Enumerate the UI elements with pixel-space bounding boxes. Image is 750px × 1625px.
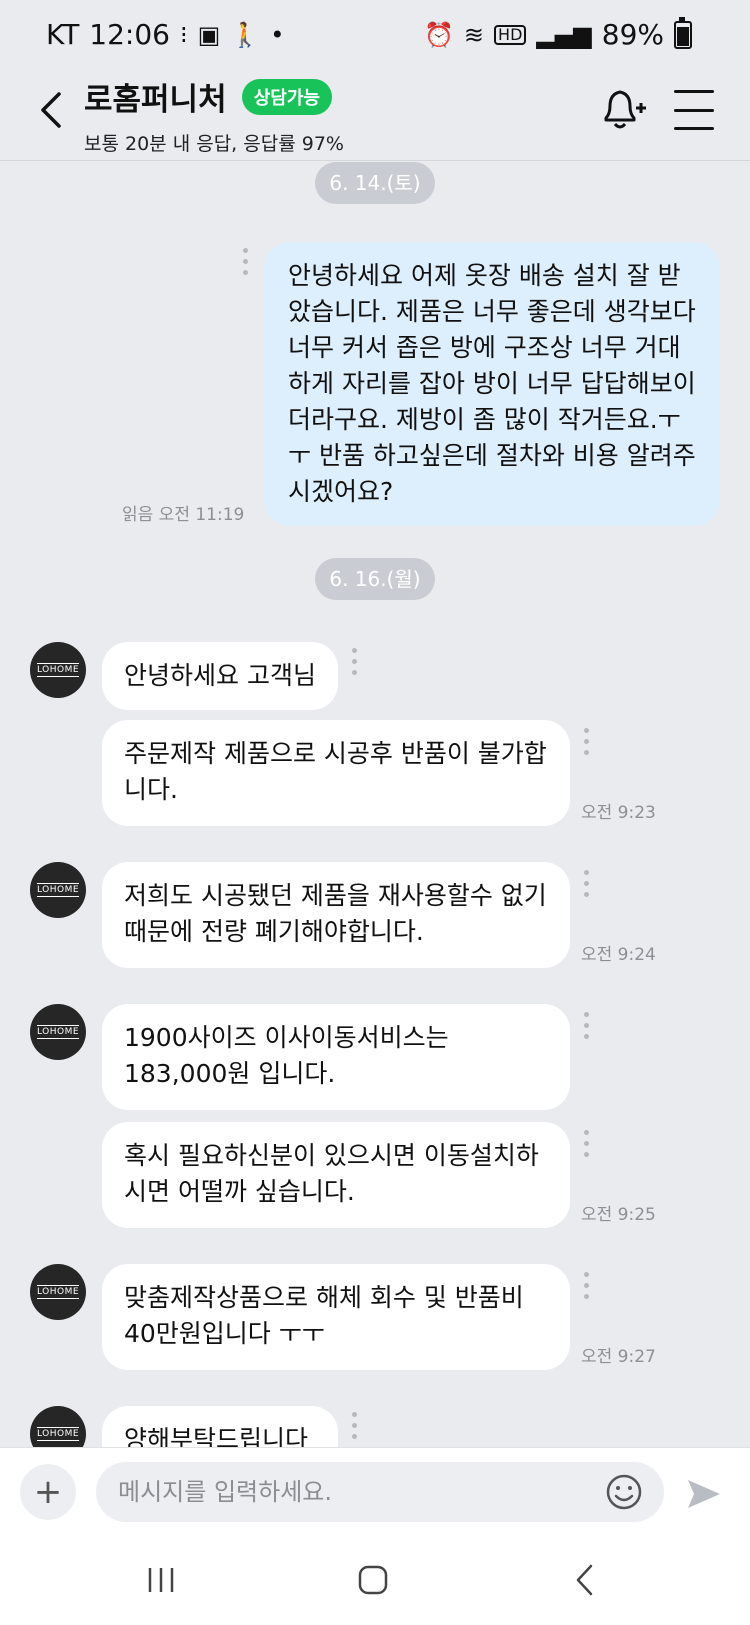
send-icon (688, 1480, 720, 1508)
bell-plus-icon (604, 90, 646, 129)
message-time: 오전 9:23 (581, 803, 656, 823)
smiley-icon (606, 1474, 642, 1510)
carrier-label: KT (46, 18, 80, 51)
avatar-logo: LOHOME (36, 1025, 80, 1039)
avatar-logo: LOHOME (36, 1285, 80, 1299)
status-badge: 상담가능 (241, 78, 332, 115)
more-options-icon[interactable] (243, 248, 249, 276)
more-options-icon[interactable] (584, 1272, 590, 1300)
attach-button[interactable]: + (20, 1464, 76, 1520)
battery-percent: 89% (601, 18, 664, 51)
clock: 12:06 (89, 18, 170, 51)
signal-icon: ▂▄▆ (536, 20, 592, 49)
hamburger-icon-line (674, 108, 714, 112)
recent-apps-button[interactable] (136, 1557, 186, 1603)
read-time: 읽음 오전 11:19 (122, 505, 245, 525)
message-time: 오전 9:25 (581, 1205, 656, 1225)
received-message[interactable]: 맞춤제작상품으로 해체 회수 및 반품비 40만원입니다 ㅜㅜ (102, 1264, 570, 1370)
reply-info: 보통 20분 내 응답, 응답률 97% (84, 133, 344, 155)
system-back-button[interactable] (560, 1557, 610, 1603)
chat-title: 로홈퍼니처 상담가능 보통 20분 내 응답, 응답률 97% (84, 74, 344, 156)
hamburger-icon (674, 90, 714, 93)
date-divider: 6. 14.(토) (315, 162, 435, 204)
back-button[interactable] (30, 82, 70, 138)
avatar[interactable]: LOHOME (30, 642, 86, 698)
more-options-icon[interactable] (584, 1012, 590, 1040)
recent-apps-icon (148, 1568, 174, 1592)
notification-add-button[interactable] (596, 84, 648, 136)
received-message[interactable]: 주문제작 제품으로 시공후 반품이 불가합니다. (102, 720, 570, 826)
more-options-icon[interactable] (352, 1412, 358, 1440)
date-divider: 6. 16.(월) (315, 558, 435, 600)
wifi-icon: ≋ (463, 20, 485, 49)
home-button[interactable] (348, 1557, 398, 1603)
received-message[interactable]: 저희도 시공됐던 제품을 재사용할수 없기 때문에 전량 폐기해야합니다. (102, 862, 570, 968)
emoji-button[interactable] (604, 1472, 644, 1512)
message-input-bar: + (0, 1447, 750, 1536)
status-left: KT 12:06 ⁝ ▣ 🚶 • (46, 18, 284, 51)
more-options-icon[interactable] (584, 1130, 590, 1158)
message-time: 오전 9:27 (581, 1347, 656, 1367)
plus-icon: + (33, 1472, 63, 1512)
chat-header: 로홈퍼니처 상담가능 보통 20분 내 응답, 응답률 97% (0, 72, 750, 161)
avatar[interactable]: LOHOME (30, 1004, 86, 1060)
walking-icon: 🚶 (230, 20, 261, 49)
chevron-left-icon (576, 1564, 593, 1596)
message-time: 오전 9:24 (581, 945, 656, 965)
send-button[interactable] (684, 1474, 724, 1514)
avatar[interactable]: LOHOME (30, 1264, 86, 1320)
received-message[interactable]: 안녕하세요 고객님 (102, 642, 338, 710)
received-message[interactable]: 1900사이즈 이사이동서비스는 183,000원 입니다. (102, 1004, 570, 1110)
sent-message[interactable]: 안녕하세요 어제 옷장 배송 설치 잘 받았습니다. 제품은 너무 좋은데 생각… (264, 242, 720, 526)
avatar-logo: LOHOME (36, 663, 80, 677)
system-nav-bar (0, 1535, 750, 1625)
shop-name: 로홈퍼니처 (84, 82, 227, 118)
more-options-icon[interactable] (352, 648, 358, 676)
status-right: ⏰ ≋ HD ▂▄▆ 89% (424, 16, 692, 51)
hd-icon: HD (494, 24, 527, 45)
received-message[interactable]: 혹시 필요하신분이 있으시면 이동설치하시면 어떨까 싶습니다. (102, 1122, 570, 1228)
hamburger-icon-line (674, 127, 714, 130)
more-options-icon[interactable] (584, 870, 590, 898)
status-bar: KT 12:06 ⁝ ▣ 🚶 • ⏰ ≋ HD ▂▄▆ 89% (0, 0, 750, 72)
battery-icon (674, 16, 692, 49)
message-input[interactable] (96, 1462, 664, 1522)
missed-call-icon: ⁝ (180, 20, 188, 49)
chevron-left-icon (41, 92, 61, 128)
more-dot-icon: • (270, 20, 285, 49)
alarm-icon: ⏰ (424, 20, 454, 49)
avatar-logo: LOHOME (36, 883, 80, 897)
home-icon (358, 1565, 388, 1595)
avatar[interactable]: LOHOME (30, 862, 86, 918)
avatar-logo: LOHOME (36, 1427, 80, 1441)
menu-button[interactable] (674, 90, 714, 130)
more-options-icon[interactable] (584, 728, 590, 756)
gallery-icon: ▣ (197, 20, 221, 49)
